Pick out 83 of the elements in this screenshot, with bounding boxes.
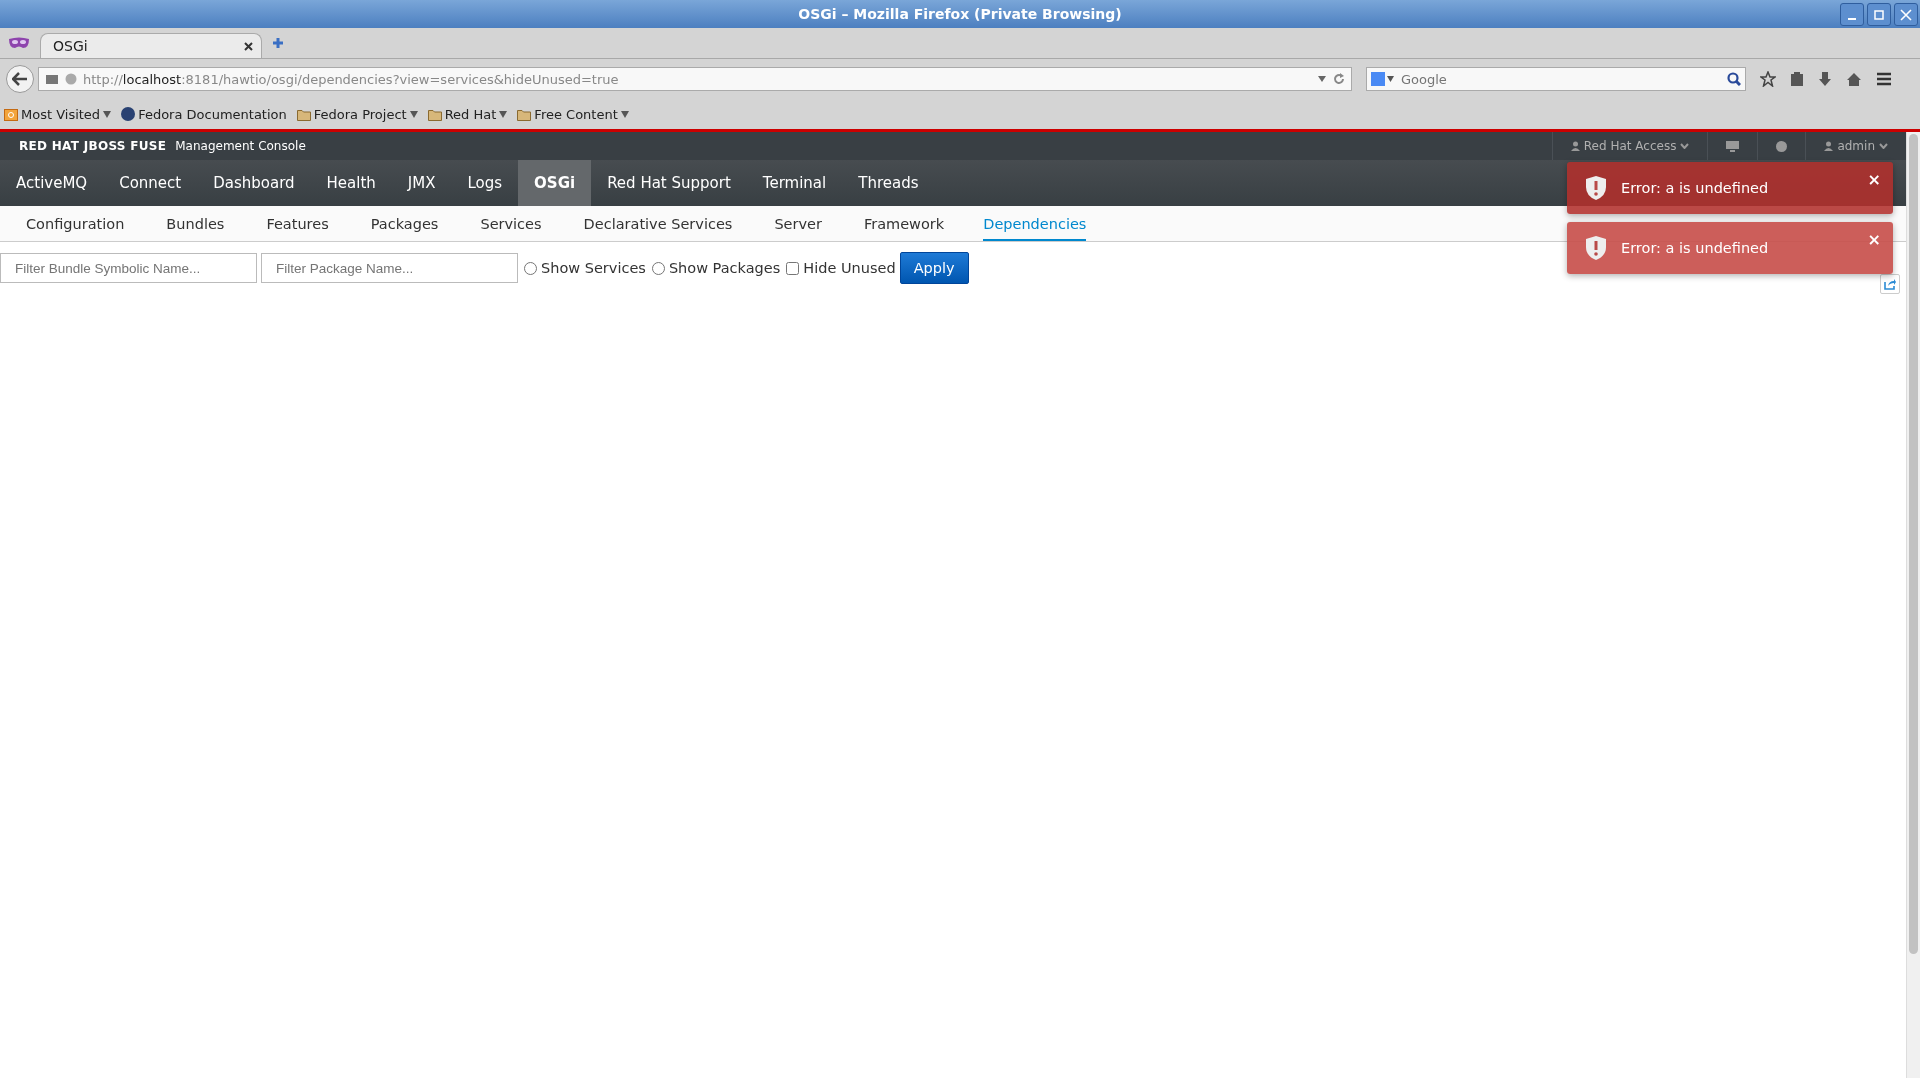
reload-icon[interactable] (1333, 73, 1345, 85)
user-icon (1824, 141, 1834, 151)
bundle-filter-field[interactable]: Filter Bundle Symbolic Name... (0, 253, 257, 283)
nav-tab[interactable]: Terminal (746, 160, 843, 206)
sub-tab[interactable]: Framework (842, 206, 966, 241)
bookmark-item[interactable]: Most Visited (4, 106, 112, 122)
chevron-icon (1879, 143, 1888, 149)
sub-tab[interactable]: Bundles (145, 206, 246, 241)
dropdown-icon (620, 110, 629, 118)
bookmark-item[interactable]: Free Content (517, 106, 629, 122)
apply-button[interactable]: Apply (899, 252, 969, 284)
sub-tab[interactable]: Configuration (5, 206, 146, 241)
nav-tab[interactable]: Health (310, 160, 392, 206)
tab-title: OSGi (53, 38, 88, 54)
maximize-icon (1874, 9, 1884, 20)
address-bar[interactable]: http://localhost:8181/hawtio/osgi/dependencies?view=services&hideUnused=true (38, 67, 1352, 91)
chevron-icon (1680, 143, 1690, 149)
close-button[interactable] (1894, 3, 1918, 26)
scrollbar[interactable] (1906, 132, 1920, 1078)
folder-icon (427, 107, 442, 121)
minimize-icon (1848, 17, 1856, 20)
dropdown-icon (499, 110, 508, 118)
console-subtitle: Management Console (175, 139, 306, 153)
menu-icon[interactable] (1876, 72, 1892, 86)
clipboard-icon[interactable] (1790, 71, 1804, 87)
radio-button[interactable] (524, 261, 537, 275)
sub-tab[interactable]: Dependencies (983, 206, 1087, 241)
minimize-button[interactable] (1840, 3, 1864, 26)
folder-icon (296, 107, 311, 121)
shield-icon (1585, 175, 1607, 201)
nav-tab[interactable]: OSGi (518, 160, 592, 206)
radio-button[interactable] (651, 261, 665, 275)
nav-tab[interactable]: ActiveMQ (0, 160, 104, 206)
sub-tab[interactable]: Packages (349, 206, 460, 241)
sub-tab[interactable]: Services (459, 206, 563, 241)
brand-logo: RED HAT JBOSS FUSE (19, 139, 167, 153)
nav-tab[interactable]: Threads (842, 160, 935, 206)
dropdown-icon (103, 110, 112, 118)
window-title: OSGi – Mozilla Firefox (Private Browsing) (798, 6, 1122, 22)
bookmark-item[interactable]: Fedora Project (296, 106, 418, 122)
page-icon (45, 73, 59, 85)
close-icon (1900, 8, 1912, 21)
sub-tab[interactable]: Server (753, 206, 843, 241)
nav-tab[interactable]: Red Hat Support (591, 160, 747, 206)
close-button[interactable]: × (1867, 230, 1881, 249)
download-icon[interactable] (1818, 71, 1832, 87)
home-icon[interactable] (1846, 71, 1862, 87)
option-label: Hide Unused (803, 260, 896, 276)
sub-tab[interactable]: Declarative Services (562, 206, 754, 241)
close-button[interactable]: × (1867, 170, 1881, 189)
new-tab-icon[interactable] (272, 37, 284, 49)
dropdown-icon (409, 110, 418, 118)
search-icon[interactable] (1727, 72, 1741, 86)
user-icon (1570, 141, 1580, 151)
smart-folder-icon (4, 107, 18, 121)
option-label: Show Packages (668, 260, 781, 276)
star-icon[interactable] (1760, 71, 1776, 87)
shield-icon (1585, 235, 1607, 261)
url-text: http://localhost:8181/hawtio/osgi/dependencies?view=services&hideUnused=true (83, 71, 620, 87)
error-message: Error: a is undefined (1621, 240, 1769, 256)
package-filter-field[interactable]: Filter Package Name... (261, 253, 518, 283)
sub-tab[interactable]: Features (245, 206, 350, 241)
back-button[interactable] (6, 65, 34, 93)
nav-tab[interactable]: Logs (451, 160, 519, 206)
nav-tab[interactable]: Dashboard (197, 160, 311, 206)
mask-icon (8, 36, 30, 50)
back-arrow-icon (12, 72, 28, 86)
search-field[interactable]: Google (1366, 67, 1746, 91)
browser-tab[interactable]: OSGi (40, 33, 262, 58)
search-input[interactable]: Google (1399, 70, 1723, 88)
bookmark-item[interactable]: Red Hat (427, 106, 508, 122)
share-icon[interactable] (1880, 274, 1900, 294)
error-message: Error: a is undefined (1621, 180, 1769, 196)
dropdown-icon[interactable] (1317, 75, 1327, 83)
nav-tab[interactable]: Connect (103, 160, 198, 206)
bookmark-item[interactable]: Fedora Documentation (121, 106, 287, 122)
nav-tab[interactable]: JMX (391, 160, 452, 206)
folder-icon (517, 107, 532, 121)
checkbox[interactable] (786, 261, 800, 275)
search-engine-icon[interactable] (1371, 72, 1395, 86)
close-icon[interactable] (244, 41, 253, 51)
option-label: Show Services (541, 260, 646, 276)
maximize-button[interactable] (1867, 3, 1891, 26)
